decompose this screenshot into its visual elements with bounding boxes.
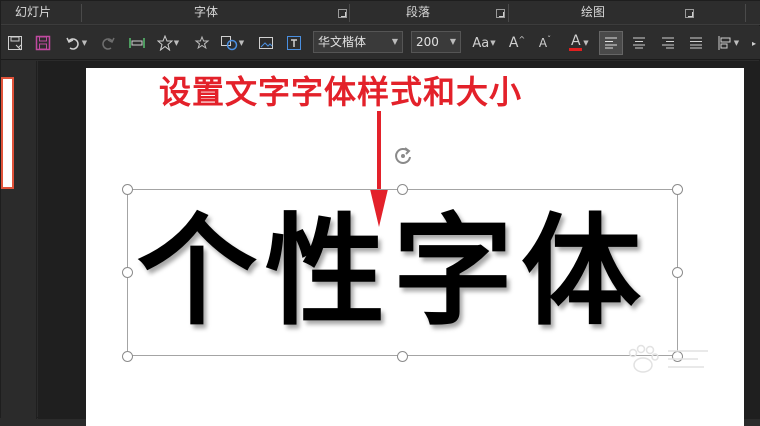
shrink-font-label: A — [538, 36, 548, 50]
caret-down-icon: ˇ — [547, 34, 552, 44]
group-drawing: 绘图 — [509, 1, 699, 25]
rotate-handle-icon[interactable] — [391, 144, 415, 168]
app-window: 幻灯片 字体 段落 绘图 ▼ ▼ ▼ 华文楷体 ▼ 200 ▼ Aa ▼ A ^… — [0, 0, 760, 426]
resize-handle-s[interactable] — [397, 351, 408, 362]
chevron-down-icon: ▼ — [490, 39, 496, 47]
chevron-down-icon: ▼ — [449, 37, 456, 46]
layout-icon[interactable] — [126, 31, 148, 55]
arrange-button[interactable]: ▼ — [712, 31, 744, 55]
resize-handle-nw[interactable] — [122, 184, 133, 195]
group-paragraph-label: 段落 — [406, 5, 431, 19]
align-left-button[interactable] — [599, 31, 623, 55]
shrink-font-button[interactable]: Aˇ — [534, 31, 556, 55]
change-case-button[interactable]: Aa ▼ — [467, 31, 501, 55]
font-family-value: 华文楷体 — [318, 35, 367, 49]
shapes-button[interactable]: ▼ — [217, 31, 247, 55]
animation-star-icon[interactable]: ▼ — [153, 31, 183, 55]
font-dialog-launcher-icon[interactable] — [338, 9, 347, 18]
align-right-button[interactable] — [657, 31, 679, 55]
group-drawing-label: 绘图 — [581, 5, 606, 19]
font-color-label: A — [571, 33, 581, 49]
align-center-button[interactable] — [628, 31, 650, 55]
resize-handle-e[interactable] — [672, 267, 683, 278]
group-slides-label: 幻灯片 — [15, 5, 52, 19]
ribbon-toolbar: ▼ ▼ ▼ 华文楷体 ▼ 200 ▼ Aa ▼ A ^ A ˇ A ▼ ▼ ▸ — [1, 26, 760, 60]
textbox-icon[interactable] — [283, 31, 305, 55]
paragraph-dialog-launcher-icon[interactable] — [496, 9, 505, 18]
favorite-icon[interactable] — [191, 31, 213, 55]
chevron-down-icon: ▼ — [583, 39, 589, 47]
font-size-value: 200 — [416, 35, 439, 49]
slide-thumbnails-pane — [1, 61, 37, 419]
chevron-down-icon: ▼ — [81, 39, 88, 47]
font-color-button[interactable]: A ▼ — [563, 31, 595, 55]
chevron-down-icon: ▼ — [391, 37, 398, 46]
grow-font-label: A — [508, 35, 519, 51]
chevron-down-icon: ▼ — [733, 39, 740, 47]
chevron-down-icon: ▼ — [173, 39, 180, 47]
textbox-content[interactable]: 个性字体 — [137, 197, 677, 347]
drawing-dialog-launcher-icon[interactable] — [685, 9, 694, 18]
justify-button[interactable] — [685, 31, 707, 55]
save-as-icon[interactable] — [5, 31, 25, 55]
group-paragraph: 段落 — [350, 1, 508, 25]
undo-button[interactable]: ▼ — [61, 31, 91, 55]
change-case-label: Aa — [472, 35, 490, 51]
font-family-select[interactable]: 华文楷体 ▼ — [313, 31, 403, 53]
save-icon[interactable] — [33, 31, 53, 55]
group-font: 字体 — [82, 1, 349, 25]
resize-handle-n[interactable] — [397, 184, 408, 195]
chevron-down-icon: ▼ — [238, 39, 245, 47]
ribbon-group-headers: 幻灯片 字体 段落 绘图 — [1, 1, 760, 25]
annotation-caption: 设置文字字体样式和大小 — [159, 73, 523, 111]
grow-font-button[interactable]: A ^ — [506, 31, 528, 55]
ribbon-scroll-right-icon[interactable]: ▸ — [749, 31, 759, 55]
font-color-bar — [569, 48, 583, 51]
picture-icon[interactable] — [255, 31, 277, 55]
resize-handle-ne[interactable] — [672, 184, 683, 195]
caret-up-icon: ^ — [518, 34, 526, 44]
resize-handle-sw[interactable] — [122, 351, 133, 362]
redo-button[interactable] — [97, 31, 119, 55]
group-separator — [745, 4, 746, 22]
group-font-label: 字体 — [194, 5, 219, 19]
slide-thumbnail-selected[interactable] — [1, 77, 14, 189]
resize-handle-w[interactable] — [122, 267, 133, 278]
watermark-paw-icon — [628, 344, 708, 373]
group-slides: 幻灯片 — [1, 1, 81, 25]
font-size-select[interactable]: 200 ▼ — [411, 31, 461, 53]
